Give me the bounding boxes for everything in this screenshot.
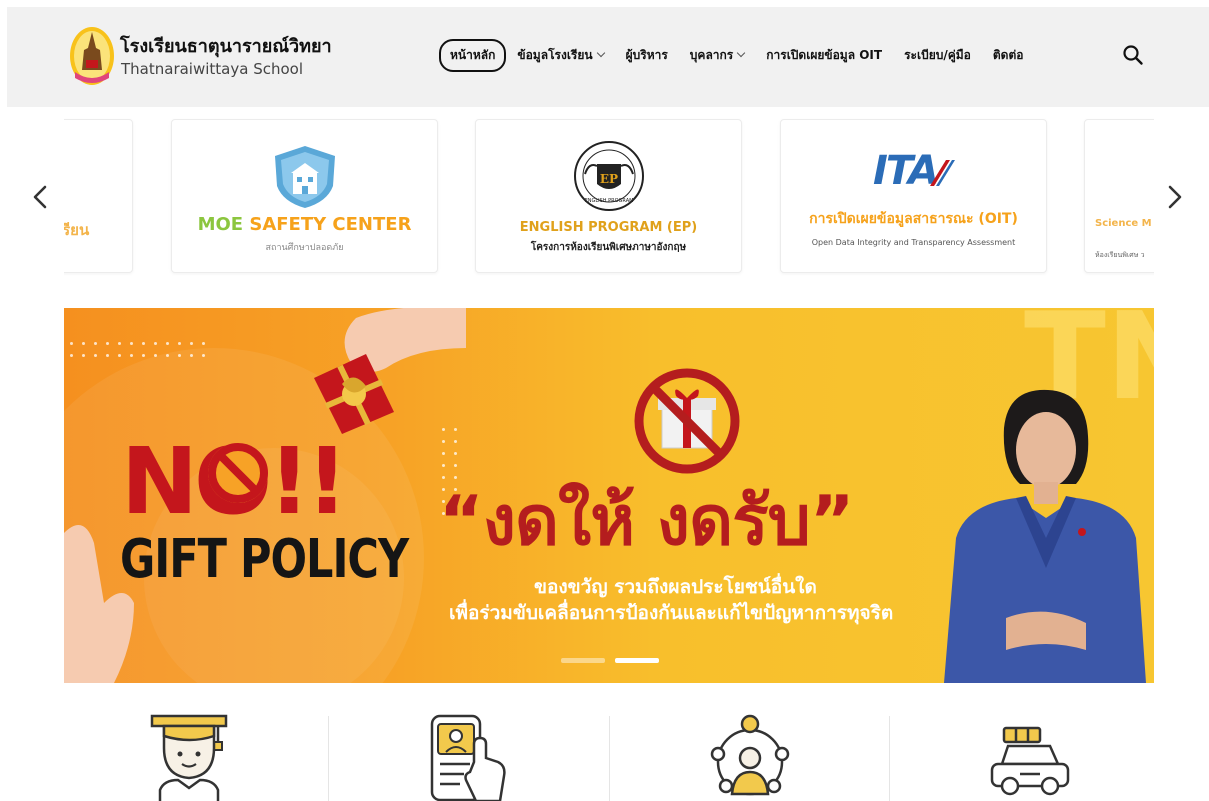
nav-personnel-label: บุคลากร [689,47,734,62]
nav-regulations[interactable]: ระเบียบ/คู่มือ [904,46,971,65]
no-gift-sign-icon [634,368,740,474]
nav-school-info-label: ข้อมูลโรงเรียน [517,47,593,62]
card-partial-right[interactable]: Science M ห้องเรียนพิเศษ ว [1084,119,1154,273]
nav-regulations-label: ระเบียบ/คู่มือ [904,47,971,62]
ep-seal-text: ENGLISH PROGRAM [585,198,634,204]
link-cards-carousel: เรียน MOE SAFETY CENTER สถานศึกษาปลอดภัย… [64,118,1154,276]
nav-school-info[interactable]: ข้อมูลโรงเรียน [517,46,605,65]
card-english-program[interactable]: EP ENGLISH PROGRAM ENGLISH PROGRAM (EP) … [475,119,742,273]
phone-profile-icon[interactable] [430,714,510,801]
banner-subtitle-line2: เพื่อร่วมขับเคลื่อนการป้องกันและแก้ไขปัญ… [449,602,894,624]
search-icon[interactable] [1122,44,1144,66]
car-icon[interactable] [990,714,1070,801]
chevron-down-icon [596,48,605,58]
quick-links-divider [889,716,890,801]
slide-indicator-1[interactable] [561,658,605,663]
prohibited-sign-icon [208,443,268,503]
nav-contact-label: ติดต่อ [992,47,1024,62]
card-partial-left[interactable]: เรียน [64,119,133,273]
hand-offering-gift-icon [314,308,466,434]
school-name-en[interactable]: Thatnaraiwittaya School [121,60,303,78]
card-partial-left-title: เรียน [64,221,90,239]
site-header: โรงเรียนธาตุนารายณ์วิทยา Thatnaraiwittay… [7,7,1209,107]
card-partial-right-subtitle: ห้องเรียนพิเศษ ว [1095,251,1145,259]
card-oit-title: การเปิดเผยข้อมูลสาธารณะ (OIT) [809,211,1018,227]
shield-building-icon [275,146,335,208]
nav-home-label: หน้าหลัก [450,47,496,62]
director-portrait-image [944,389,1146,683]
carousel-next-arrow-icon[interactable] [1165,180,1185,214]
slide-indicator-2[interactable] [615,658,659,663]
school-name-th[interactable]: โรงเรียนธาตุนารายณ์วิทยา [120,31,332,60]
banner-slide-indicators [561,658,659,663]
ita-flag-stripes-icon [930,160,955,186]
network-person-icon[interactable] [710,714,790,801]
ep-seal-letters: EP [600,172,618,186]
card-oit-subtitle: Open Data Integrity and Transparency Ass… [811,238,1016,247]
carousel-prev-arrow-icon[interactable] [30,180,50,214]
card-moe-title: MOE SAFETY CENTER [172,214,437,235]
quick-links-divider [609,716,610,801]
card-moe-title-a: MOE [197,214,244,235]
card-moe-safety[interactable]: MOE SAFETY CENTER สถานศึกษาปลอดภัย [171,119,438,273]
nav-contact[interactable]: ติดต่อ [993,46,1024,65]
nav-oit[interactable]: การเปิดเผยข้อมูล OIT [766,46,882,65]
card-moe-subtitle: สถานศึกษาปลอดภัย [265,243,344,253]
nav-administrators[interactable]: ผู้บริหาร [626,46,668,65]
nav-personnel[interactable]: บุคลากร [689,46,746,65]
banner-gift-policy: GIFT POLICY [120,528,409,591]
banner-dot-pattern [70,342,205,357]
school-logo[interactable] [69,26,115,86]
quick-links-divider [328,716,329,801]
chevron-down-icon [737,48,746,58]
main-nav: หน้าหลัก ข้อมูลโรงเรียน ผู้บริหาร บุคลาก… [439,38,1024,72]
card-moe-title-b: SAFETY CENTER [249,214,412,235]
graduate-student-icon[interactable] [150,714,230,801]
nav-home[interactable]: หน้าหลัก [439,38,507,72]
card-partial-right-title: Science M [1095,218,1152,229]
card-oit[interactable]: ITA การเปิดเผยข้อมูลสาธารณะ (OIT) Open D… [780,119,1047,273]
card-ep-subtitle: โครงการห้องเรียนพิเศษภาษาอังกฤษ [530,242,687,253]
nav-administrators-label: ผู้บริหาร [625,47,668,62]
english-program-seal-icon: EP ENGLISH PROGRAM [574,141,644,211]
card-ep-title: ENGLISH PROGRAM (EP) [519,220,698,235]
nav-oit-label: การเปิดเผยข้อมูล OIT [766,47,883,62]
banner-slogan: “งดให้ งดรับ” [439,482,854,561]
hero-banner[interactable]: TN NO!! GIFT POLICY “งดให้ งดรับ” ของขวั… [64,308,1154,683]
